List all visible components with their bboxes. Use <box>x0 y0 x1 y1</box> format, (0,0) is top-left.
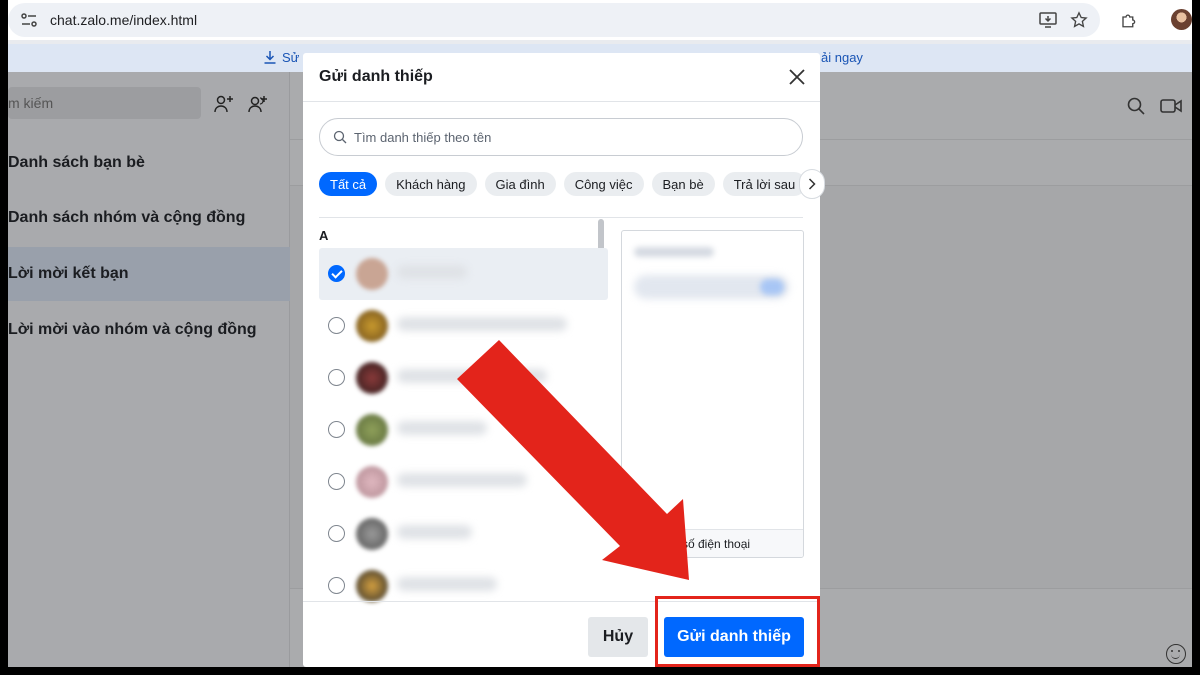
chevron-right-icon[interactable] <box>799 169 825 199</box>
download-icon <box>264 51 276 64</box>
contact-row[interactable] <box>319 508 608 560</box>
banner-download-link[interactable]: ải ngay <box>821 50 863 65</box>
contact-checkbox[interactable] <box>328 577 345 594</box>
annotation-highlight-box <box>655 596 820 667</box>
contact-name <box>397 265 467 279</box>
sidebar-item-groups[interactable]: Danh sách nhóm và cộng đồng <box>8 191 290 245</box>
contact-name <box>397 421 487 435</box>
sidebar-item-label: Danh sách nhóm và cộng đồng <box>8 209 246 226</box>
contact-row[interactable] <box>319 248 608 300</box>
sidebar-item-label: Lời mời vào nhóm và cộng đồng <box>8 321 257 338</box>
card-search-field[interactable] <box>319 118 803 156</box>
avatar <box>356 570 388 602</box>
include-phone-checkbox[interactable] <box>632 537 644 550</box>
contact-name <box>397 317 567 331</box>
search-icon <box>333 130 347 144</box>
address-bar[interactable]: chat.zalo.me/index.html <box>8 3 1100 37</box>
extensions-icon[interactable] <box>1119 10 1139 30</box>
avatar <box>356 414 388 446</box>
add-friend-icon[interactable] <box>213 94 235 114</box>
cancel-button[interactable]: Hủy <box>588 617 648 657</box>
avatar <box>356 310 388 342</box>
include-phone-option[interactable]: kèm số điện thoại <box>622 529 803 557</box>
contact-checkbox[interactable] <box>328 421 345 438</box>
contact-name <box>397 473 527 487</box>
avatar <box>356 518 388 550</box>
chip-customers[interactable]: Khách hàng <box>385 172 477 196</box>
contact-row[interactable] <box>319 456 608 508</box>
contact-row[interactable] <box>319 560 608 612</box>
url-text[interactable]: chat.zalo.me/index.html <box>50 12 197 28</box>
create-group-icon[interactable] <box>247 94 269 114</box>
contact-row[interactable] <box>319 352 608 404</box>
include-phone-label: kèm số điện thoại <box>656 536 751 551</box>
chip-family[interactable]: Gia đình <box>484 172 556 196</box>
preview-placeholder <box>760 279 784 295</box>
list-scrollbar[interactable] <box>598 219 604 251</box>
divider <box>303 101 820 102</box>
sidebar-search-input[interactable]: m kiếm <box>8 87 201 119</box>
banner-text: Sử <box>282 50 300 65</box>
contacts-sidebar: m kiếm Danh sách bạn bè Danh sách nhóm v… <box>8 72 290 667</box>
contact-row[interactable] <box>319 404 608 456</box>
section-letter: A <box>319 228 329 243</box>
contact-checkbox[interactable] <box>328 369 345 386</box>
sidebar-item-group-invites[interactable]: Lời mời vào nhóm và cộng đồng <box>8 303 290 357</box>
avatar <box>356 362 388 394</box>
contact-row[interactable] <box>319 300 608 352</box>
sidebar-item-friend-requests[interactable]: Lời mời kết bạn <box>8 247 290 301</box>
star-icon[interactable] <box>1069 10 1089 30</box>
chip-friends[interactable]: Bạn bè <box>651 172 715 196</box>
send-card-dialog: Gửi danh thiếp Tất cả Khách hàng Gia đìn… <box>303 53 825 667</box>
video-call-icon[interactable] <box>1160 95 1182 117</box>
contact-checkbox[interactable] <box>328 317 345 334</box>
browser-toolbar: chat.zalo.me/index.html <box>8 0 1192 40</box>
chip-reply-later[interactable]: Trả lời sau <box>722 172 807 196</box>
sidebar-item-friends[interactable]: Danh sách bạn bè <box>8 136 290 190</box>
emoji-icon[interactable] <box>1166 644 1186 664</box>
banner-left[interactable]: Sử <box>264 50 299 65</box>
card-preview-panel: kèm số điện thoại <box>621 230 804 558</box>
contact-name <box>397 369 547 383</box>
sidebar-search-placeholder: m kiếm <box>8 95 54 111</box>
install-icon[interactable] <box>1038 10 1058 30</box>
divider <box>319 217 803 218</box>
contact-name <box>397 577 497 591</box>
close-icon[interactable] <box>785 65 809 89</box>
contact-name <box>397 525 472 539</box>
avatar <box>356 466 388 498</box>
preview-placeholder <box>634 247 714 257</box>
chip-work[interactable]: Công việc <box>563 172 644 196</box>
screenshot-frame: chat.zalo.me/index.html Sử ải ngay m kiế… <box>8 0 1192 667</box>
contact-checkbox[interactable] <box>328 473 345 490</box>
sidebar-item-label: Lời mời kết bạn <box>8 265 129 282</box>
contact-checkbox[interactable] <box>328 525 345 542</box>
contact-checkbox[interactable] <box>328 265 345 282</box>
site-info-icon[interactable] <box>20 11 38 29</box>
sidebar-item-label: Danh sách bạn bè <box>8 154 145 171</box>
dialog-title: Gửi danh thiếp <box>319 68 433 85</box>
card-search-input[interactable] <box>354 129 774 145</box>
filter-chips: Tất cả Khách hàng Gia đình Công việc Bạn… <box>319 172 813 196</box>
chip-all[interactable]: Tất cả <box>319 172 378 196</box>
avatar <box>356 258 388 290</box>
profile-avatar[interactable] <box>1171 9 1192 30</box>
search-icon[interactable] <box>1125 95 1147 117</box>
